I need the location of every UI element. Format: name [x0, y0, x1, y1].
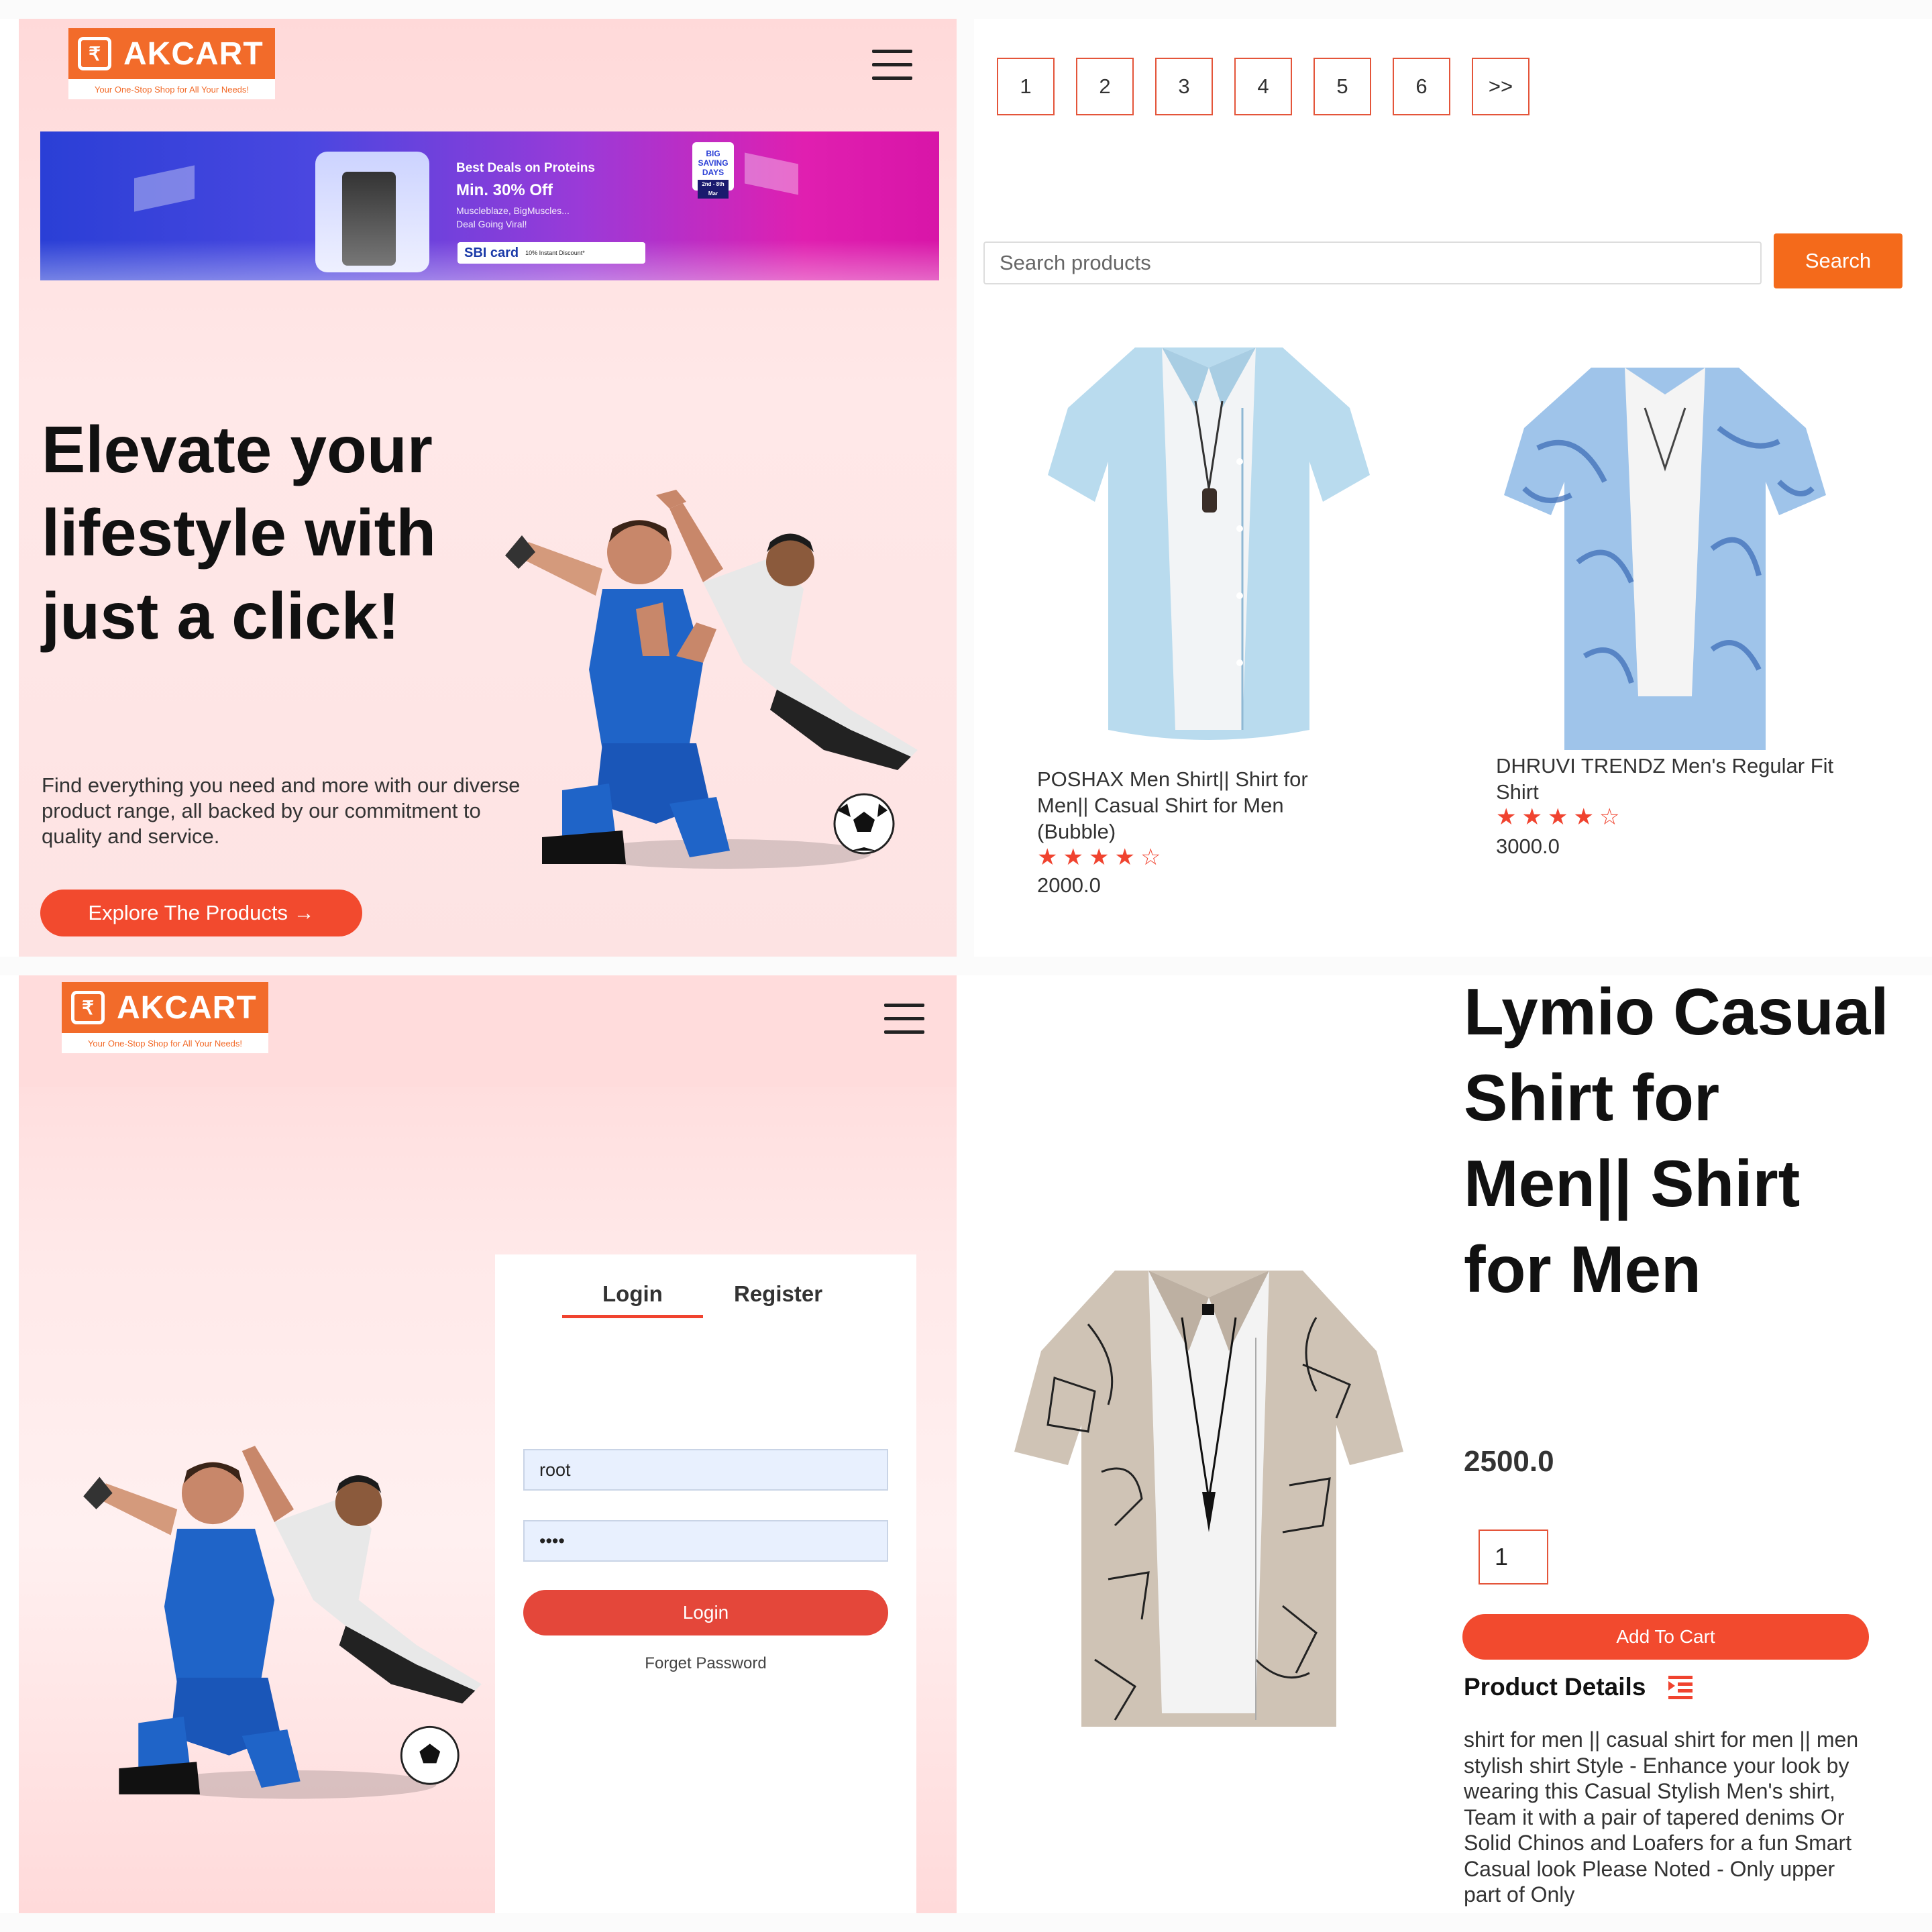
rating-stars: ★ ★ ★ ★ ☆ — [1037, 845, 1161, 869]
hero-description: Find everything you need and more with o… — [42, 773, 521, 848]
search-input[interactable]: Search products — [983, 241, 1762, 284]
star-icon: ★ — [1088, 845, 1110, 870]
banner-copy: Best Deals on Proteins Min. 30% Off Musc… — [456, 161, 595, 229]
product-price: 2000.0 — [1037, 873, 1101, 897]
menu-icon[interactable] — [884, 1004, 924, 1034]
home-screen: ₹ AKCART Your One-Stop Shop for All Your… — [19, 19, 957, 957]
product-detail-screen: Lymio Casual Shirt for Men|| Shirt for M… — [974, 975, 1913, 1913]
product-name[interactable]: POSHAX Men Shirt|| Shirt for Men|| Casua… — [1037, 766, 1346, 845]
product-image-lymio-shirt — [1014, 1271, 1403, 1727]
product-title: Lymio Casual Shirt for Men|| Shirt for M… — [1464, 975, 1889, 1306]
page-2-button[interactable]: 2 — [1076, 58, 1134, 115]
page-3-button[interactable]: 3 — [1155, 58, 1213, 115]
gutter — [0, 1913, 1932, 1932]
promo-banner[interactable]: Best Deals on Proteins Min. 30% Off Musc… — [40, 131, 939, 280]
password-field[interactable]: •••• — [523, 1520, 888, 1562]
explore-products-button[interactable]: Explore The Products → — [40, 890, 362, 936]
product-details-heading: Product Details — [1464, 1673, 1693, 1701]
add-to-cart-button[interactable]: Add To Cart — [1462, 1614, 1869, 1660]
product-image-poshax-shirt[interactable] — [1041, 327, 1377, 757]
page-1-button[interactable]: 1 — [997, 58, 1055, 115]
akcart-logo[interactable]: ₹ AKCART Your One-Stop Shop for All Your… — [68, 28, 275, 99]
akcart-logo[interactable]: ₹ AKCART Your One-Stop Shop for All Your… — [62, 982, 268, 1053]
page-5-button[interactable]: 5 — [1313, 58, 1371, 115]
star-icon: ★ — [1547, 804, 1568, 830]
star-icon: ★ — [1037, 845, 1058, 870]
product-price: 2500.0 — [1464, 1445, 1554, 1478]
sbi-card-offer: SBI card 10% Instant Discount* — [458, 242, 645, 264]
list-indent-icon — [1668, 1676, 1693, 1699]
next-page-button[interactable]: >> — [1472, 58, 1529, 115]
football-players-image — [83, 1446, 482, 1799]
football-players-image — [505, 490, 918, 869]
tab-login[interactable]: Login — [602, 1281, 663, 1307]
login-button[interactable]: Login — [523, 1590, 888, 1635]
cart-box-icon: ₹ — [78, 37, 111, 70]
protein-jar-image — [342, 172, 396, 266]
star-icon: ★ — [1496, 804, 1517, 830]
star-icon: ★ — [1521, 804, 1542, 830]
page-4-button[interactable]: 4 — [1234, 58, 1292, 115]
rating-stars: ★ ★ ★ ★ ☆ — [1496, 805, 1619, 829]
page-6-button[interactable]: 6 — [1393, 58, 1450, 115]
logo-wordmark: AKCART — [123, 36, 264, 72]
hero-title: Elevate your lifestyle with just a click… — [42, 413, 437, 653]
product-listing-screen: 1 2 3 4 5 6 >> Search products Search PO… — [974, 19, 1913, 957]
gutter — [0, 957, 1932, 975]
star-outline-icon: ☆ — [1599, 804, 1620, 830]
gutter — [957, 19, 974, 957]
login-screen: ₹ AKCART Your One-Stop Shop for All Your… — [19, 975, 957, 1913]
big-saving-days-badge: BIG SAVING DAYS 2nd - 8th Mar — [692, 142, 734, 199]
product-name[interactable]: DHRUVI TRENDZ Men's Regular Fit Shirt — [1496, 753, 1872, 805]
logo-wordmark: AKCART — [117, 989, 257, 1026]
pagination: 1 2 3 4 5 6 >> — [997, 58, 1529, 115]
star-outline-icon: ☆ — [1140, 845, 1161, 870]
tab-register[interactable]: Register — [734, 1281, 822, 1307]
menu-icon[interactable] — [872, 50, 912, 80]
star-icon: ★ — [1114, 845, 1135, 870]
quantity-input[interactable]: 1 — [1479, 1529, 1548, 1585]
product-description: shirt for men || casual shirt for men ||… — [1464, 1727, 1859, 1907]
logo-tagline: Your One-Stop Shop for All Your Needs! — [62, 1033, 268, 1053]
gutter — [0, 0, 1932, 19]
product-image-dhruvi-shirt[interactable] — [1497, 347, 1833, 770]
star-icon: ★ — [1573, 804, 1594, 830]
forget-password-link[interactable]: Forget Password — [523, 1654, 888, 1673]
logo-tagline: Your One-Stop Shop for All Your Needs! — [68, 79, 275, 99]
star-icon: ★ — [1063, 845, 1083, 870]
product-price: 3000.0 — [1496, 835, 1560, 858]
decor-shape — [134, 165, 195, 212]
login-card: Login Register root •••• Login Forget Pa… — [495, 1254, 916, 1913]
active-tab-indicator — [562, 1315, 703, 1318]
cart-box-icon: ₹ — [71, 991, 105, 1024]
username-field[interactable]: root — [523, 1449, 888, 1491]
search-button[interactable]: Search — [1774, 233, 1902, 288]
decor-shape — [745, 152, 798, 195]
